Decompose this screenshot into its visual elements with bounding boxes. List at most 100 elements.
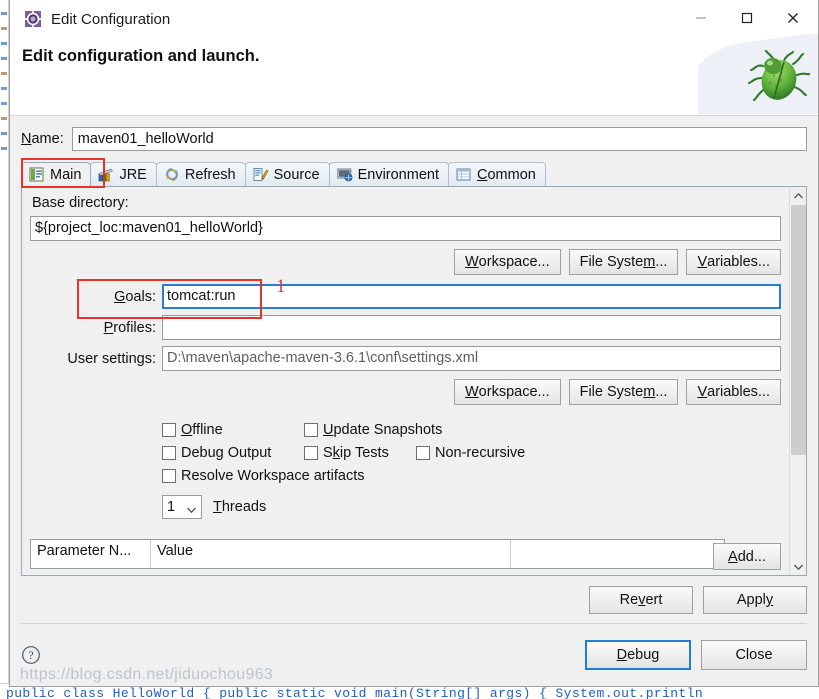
- file-system-button-top[interactable]: File Syste m...: [568, 249, 679, 275]
- checkbox-box[interactable]: [304, 422, 318, 437]
- maximize-icon[interactable]: [724, 3, 770, 33]
- checkbox-label: Non-recursive: [435, 444, 526, 461]
- configuration-gear-icon: [24, 10, 42, 28]
- edit-configuration-dialog: Edit Configuration Edit configuration an…: [9, 0, 819, 687]
- name-input[interactable]: maven01_helloWorld: [71, 127, 807, 151]
- panel-vertical-scrollbar[interactable]: [789, 187, 806, 575]
- close-button[interactable]: Close: [701, 640, 807, 670]
- goals-label: Goals:: [114, 288, 156, 305]
- parameters-table[interactable]: Parameter N... Value: [30, 539, 725, 569]
- tab-jre[interactable]: JRE: [90, 162, 157, 186]
- threads-value: 1: [167, 499, 176, 515]
- chevron-down-icon[interactable]: [186, 503, 197, 519]
- environment-icon: [336, 167, 353, 182]
- apply-button[interactable]: Appl y: [703, 585, 807, 614]
- checkbox-resolve-workspace-artifacts[interactable]: Resolve Workspace artifacts: [162, 468, 364, 484]
- checkbox-box[interactable]: [416, 445, 430, 460]
- goals-row: Goals: tomcat:run: [30, 284, 781, 309]
- variables-button-bottom[interactable]: Variables...: [686, 379, 781, 405]
- background-code-line: [1, 87, 7, 90]
- user-settings-row: User settings: D:\maven\apache-maven-3.6…: [30, 346, 781, 371]
- background-code-text: public class HelloWorld { public static …: [6, 686, 704, 699]
- base-directory-browse-buttons: Workspace... File Syste m... Variables...: [30, 249, 781, 275]
- dialog-title: Edit Configuration: [51, 10, 171, 28]
- tab-source[interactable]: Source: [244, 162, 330, 186]
- checkbox-group: Offline Update Snapshots Debug Output Sk…: [162, 418, 781, 487]
- profiles-input[interactable]: [162, 315, 781, 340]
- background-code-line: [1, 57, 7, 60]
- checkbox-box[interactable]: [162, 468, 176, 483]
- tab-label: Environment: [357, 166, 439, 183]
- background-editor-strip: [0, 0, 9, 699]
- checkbox-label: Skip Tests: [323, 444, 389, 461]
- tab-refresh[interactable]: Refresh: [155, 162, 246, 186]
- revert-button[interactable]: Re v ert: [589, 585, 693, 614]
- variables-button-top[interactable]: Variables...: [686, 249, 781, 275]
- help-question-icon[interactable]: ?: [21, 645, 41, 665]
- base-directory-input[interactable]: ${project_loc:maven01_helloWorld}: [30, 216, 781, 241]
- profiles-row: Profiles:: [30, 315, 781, 340]
- background-code-line: [1, 42, 7, 45]
- file-system-button-bottom[interactable]: File Syste m...: [568, 379, 679, 405]
- scroll-down-icon[interactable]: [790, 558, 806, 575]
- name-row: Name: maven01_helloWorld: [21, 126, 807, 152]
- dialog-footer: ? Debug Close https://blog.csdn.net/jidu…: [10, 624, 818, 686]
- minimize-icon[interactable]: [678, 3, 724, 33]
- background-code-line: [1, 102, 7, 105]
- tab-common[interactable]: Common: [447, 162, 546, 186]
- dialog-header: Edit configuration and launch.: [10, 34, 818, 116]
- goals-input[interactable]: tomcat:run: [162, 284, 781, 309]
- header-title: Edit configuration and launch.: [22, 47, 260, 65]
- tab-label: Common: [476, 166, 536, 183]
- background-code-line: [1, 147, 7, 150]
- table-header-spacer: [511, 540, 724, 568]
- add-parameter-button[interactable]: Add...: [713, 543, 781, 570]
- checkbox-debug-output[interactable]: Debug Output: [162, 445, 304, 461]
- checkbox-box[interactable]: [162, 445, 176, 460]
- source-edit-icon: [253, 167, 269, 182]
- background-code-line: [1, 72, 7, 75]
- checkbox-non-recursive[interactable]: Non-recursive: [416, 445, 525, 461]
- tab-environment[interactable]: Environment: [328, 162, 449, 186]
- watermark-text: https://blog.csdn.net/jiduochou963: [20, 666, 274, 683]
- scrollbar-thumb[interactable]: [791, 205, 806, 455]
- background-code-line: [1, 27, 7, 30]
- close-icon[interactable]: [770, 3, 816, 33]
- user-settings-input[interactable]: D:\maven\apache-maven-3.6.1\conf\setting…: [162, 346, 781, 371]
- common-table-icon: [456, 167, 472, 182]
- tab-main[interactable]: Main: [21, 162, 92, 186]
- goals-annotation-number: 1: [276, 276, 286, 297]
- debug-button[interactable]: Debug: [585, 640, 691, 670]
- header-decoration: [698, 34, 818, 114]
- table-header-parameter-name[interactable]: Parameter N...: [31, 540, 151, 568]
- table-header-value[interactable]: Value: [151, 540, 511, 568]
- main-tab-content: Base directory: ${project_loc:maven01_he…: [22, 187, 789, 575]
- user-settings-browse-buttons: Workspace... File Syste m... Variables...: [30, 379, 781, 405]
- workspace-button-top[interactable]: Workspace...: [453, 249, 561, 275]
- checkbox-box[interactable]: [162, 422, 176, 437]
- footer-buttons: Debug Close: [585, 640, 807, 670]
- background-code-line: [1, 12, 7, 15]
- background-code-line: [1, 117, 7, 120]
- base-directory-label: Base directory:: [32, 195, 129, 211]
- checkbox-skip-tests[interactable]: Skip Tests: [304, 445, 416, 461]
- tab-strip: Main JRE Refresh Source Environment Comm…: [21, 158, 807, 188]
- scroll-up-icon[interactable]: [790, 187, 806, 204]
- main-tab-panel: Base directory: ${project_loc:maven01_he…: [21, 186, 807, 576]
- tab-label: Source: [273, 166, 320, 183]
- main-document-icon: [29, 167, 45, 182]
- checkbox-update-snapshots[interactable]: Update Snapshots: [304, 422, 442, 438]
- refresh-arrows-icon: [164, 167, 180, 182]
- jre-books-icon: [98, 167, 114, 182]
- window-controls: [678, 3, 816, 33]
- dialog-body: Name: maven01_helloWorld Main JRE Refres…: [10, 116, 818, 624]
- tab-label: Refresh: [184, 166, 236, 183]
- threads-label: Threads: [213, 499, 267, 515]
- checkbox-box[interactable]: [304, 445, 318, 460]
- threads-spinner[interactable]: 1: [162, 495, 202, 519]
- user-settings-label: User settings:: [67, 350, 156, 367]
- svg-text:?: ?: [28, 650, 33, 662]
- checkbox-label: Debug Output: [181, 444, 272, 461]
- checkbox-offline[interactable]: Offline: [162, 422, 304, 438]
- workspace-button-bottom[interactable]: Workspace...: [453, 379, 561, 405]
